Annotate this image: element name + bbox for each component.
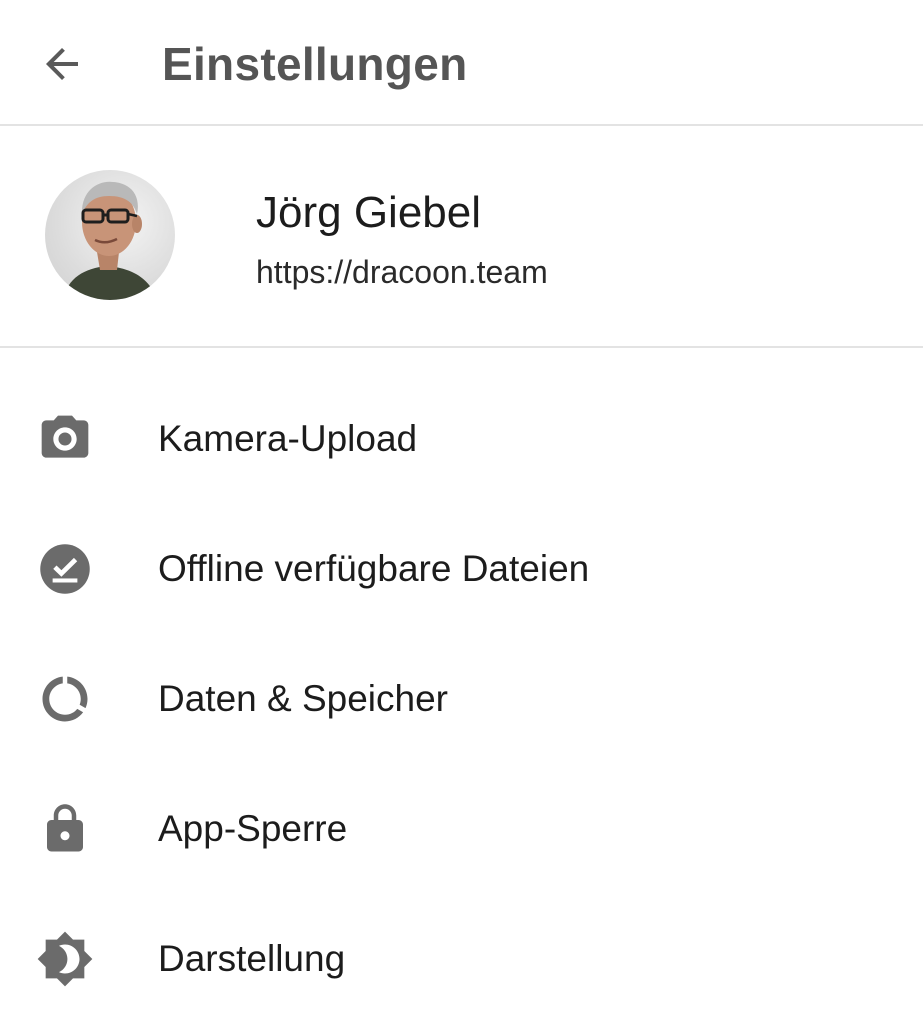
page-title: Einstellungen — [162, 38, 468, 90]
back-button[interactable] — [26, 28, 98, 100]
user-avatar-photo — [63, 181, 157, 300]
menu-item-label: Offline verfügbare Dateien — [158, 548, 590, 589]
data-usage-icon — [34, 668, 96, 730]
server-url: https://dracoon.team — [256, 254, 548, 290]
menu-item-app-lock[interactable]: App-Sperre — [0, 764, 923, 894]
settings-menu: Kamera-Upload Offline verfügbare Dateien… — [0, 374, 923, 1024]
profile-name: Jörg Giebel — [256, 188, 482, 237]
menu-item-label: Darstellung — [158, 938, 346, 979]
brightness-icon — [34, 928, 96, 990]
app-bar: Einstellungen — [0, 0, 923, 126]
profile-card[interactable]: Jörg Giebel https://dracoon.team — [0, 128, 923, 348]
camera-icon — [34, 408, 96, 470]
menu-item-offline-files[interactable]: Offline verfügbare Dateien — [0, 504, 923, 634]
arrow-back-icon — [46, 48, 78, 80]
menu-item-label: Daten & Speicher — [158, 678, 449, 719]
lock-icon — [34, 798, 96, 860]
avatar — [45, 170, 175, 300]
menu-item-data-storage[interactable]: Daten & Speicher — [0, 634, 923, 764]
menu-item-label: Kamera-Upload — [158, 418, 418, 459]
menu-item-appearance[interactable]: Darstellung — [0, 894, 923, 1024]
menu-item-label: App-Sperre — [158, 808, 348, 849]
offline-check-icon — [34, 538, 96, 600]
menu-item-kamera-upload[interactable]: Kamera-Upload — [0, 374, 923, 504]
